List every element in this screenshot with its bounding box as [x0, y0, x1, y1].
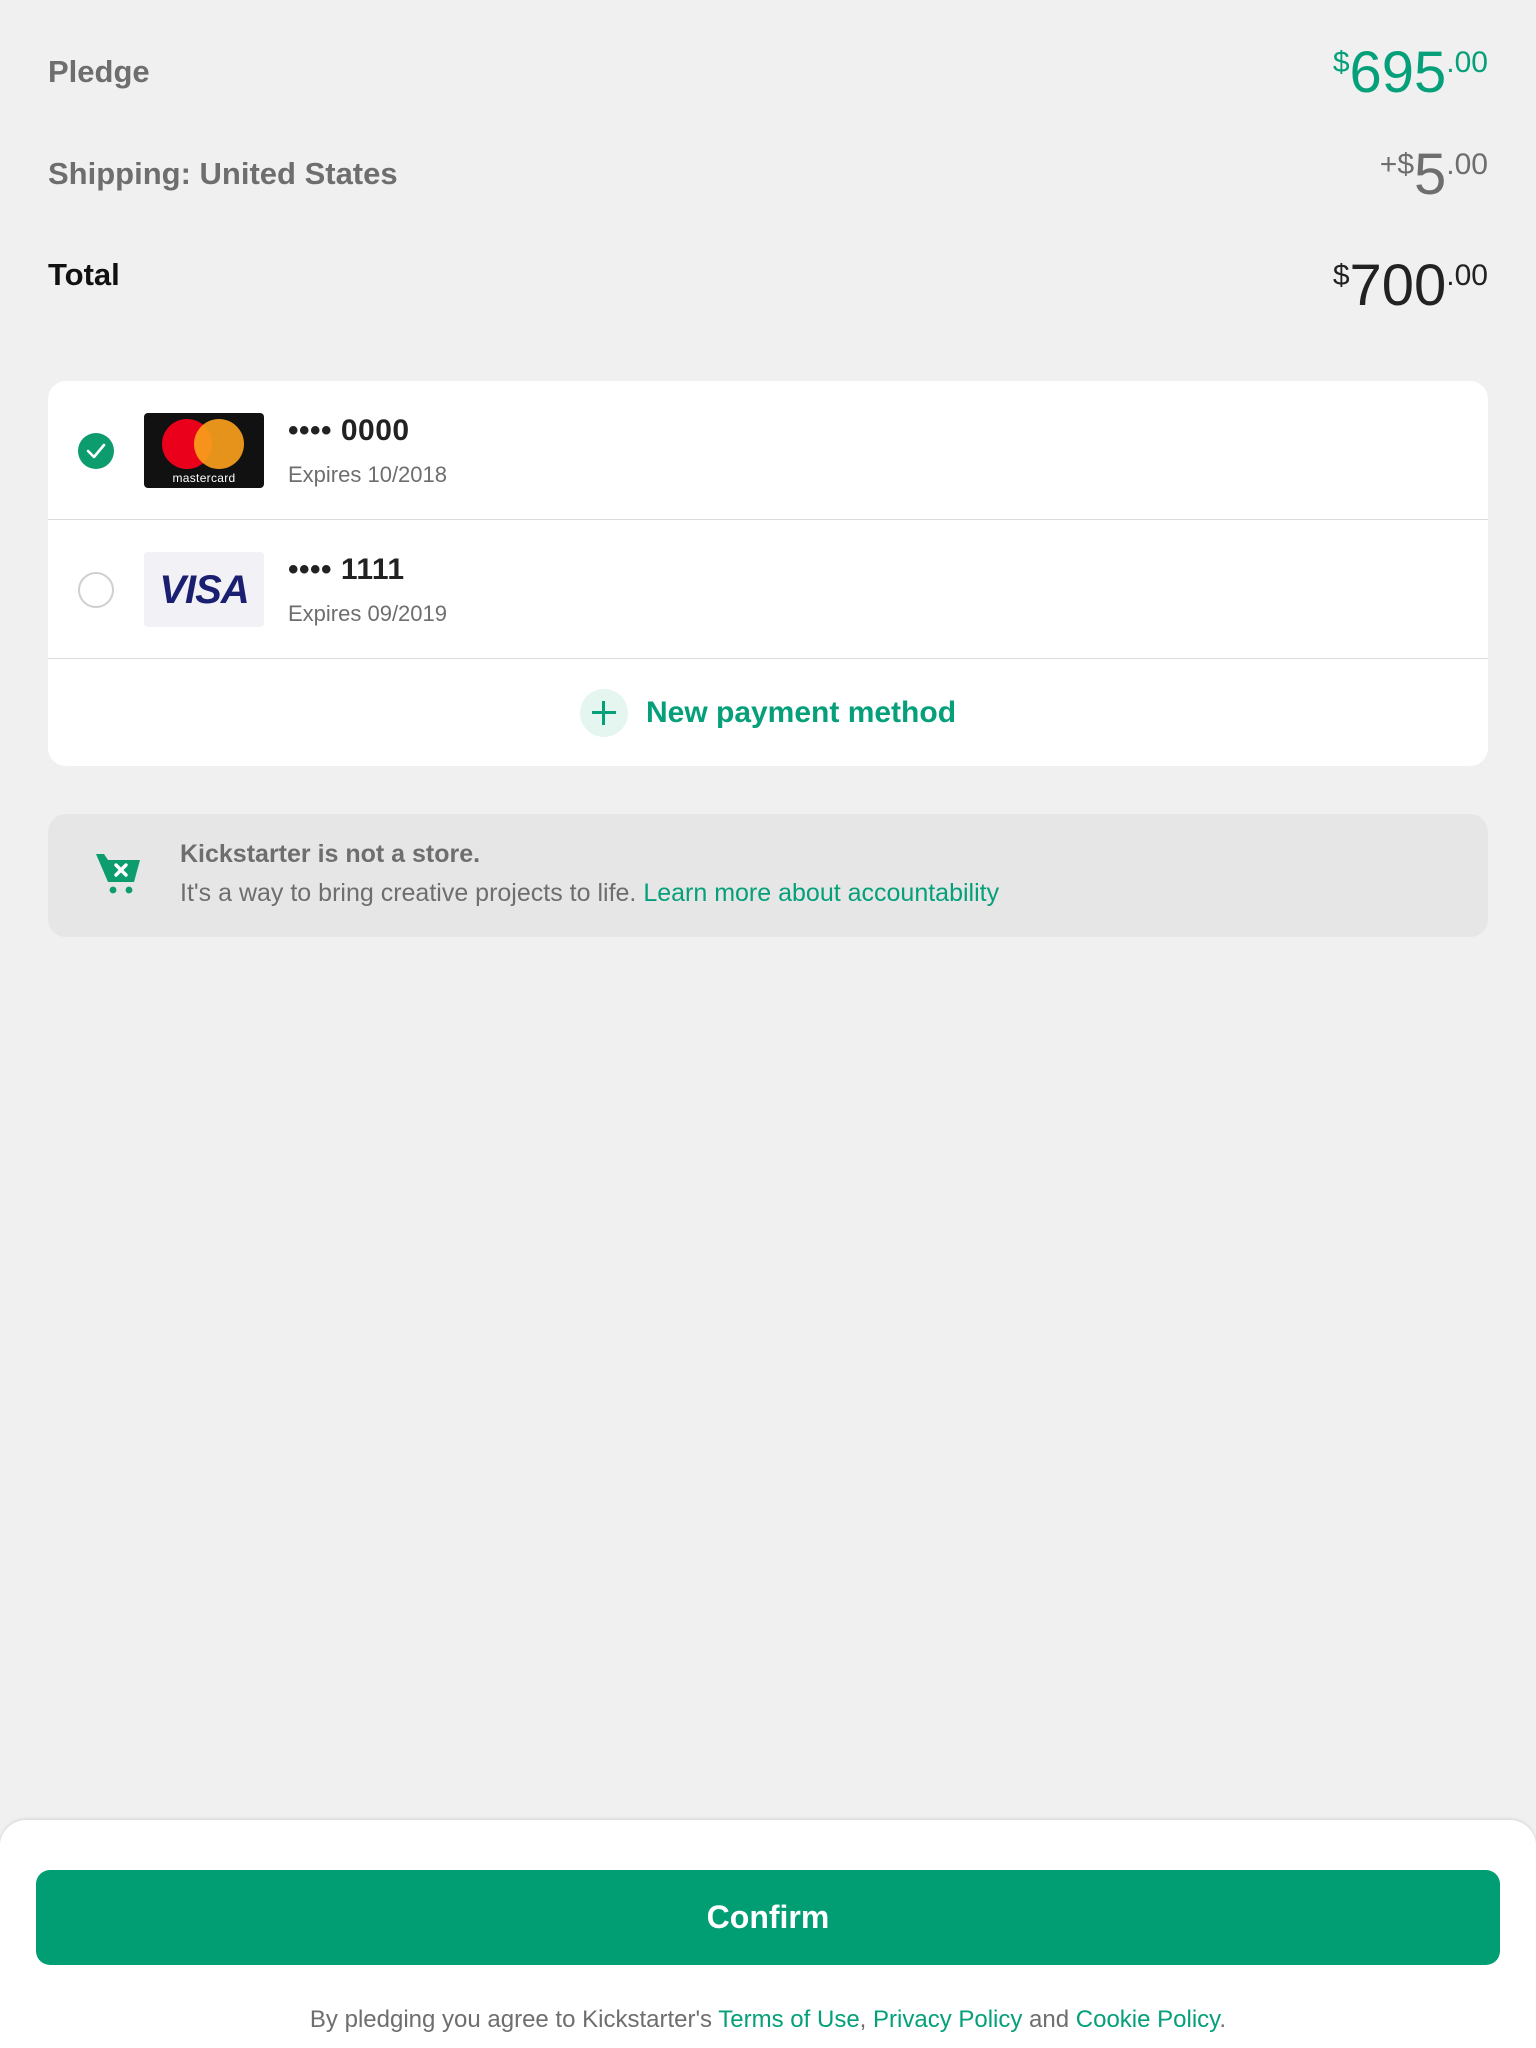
shipping-row: Shipping: United States + $ 5 .00: [48, 146, 1488, 204]
mastercard-logo-icon: mastercard: [144, 413, 264, 488]
unselected-radio-icon[interactable]: [78, 572, 114, 608]
accountability-link[interactable]: Learn more about accountability: [643, 879, 999, 907]
card-expiry: Expires 10/2018: [288, 462, 447, 487]
new-payment-method-label: New payment method: [645, 695, 957, 729]
pledge-label: Pledge: [48, 54, 150, 89]
pledge-row: Pledge $ 695 .00: [48, 44, 1488, 102]
accountability-notice: Kickstarter is not a store. It's a way t…: [48, 814, 1488, 937]
cookie-policy-link[interactable]: Cookie Policy: [1076, 2006, 1220, 2033]
shipping-prefix: +: [1379, 148, 1398, 181]
legal-and: and: [1022, 2006, 1076, 2033]
legal-end: .: [1219, 2006, 1227, 2033]
total-label: Total: [48, 257, 120, 292]
pledge-amount: $ 695 .00: [1333, 44, 1488, 102]
terms-of-use-link[interactable]: Terms of Use: [718, 2006, 859, 2033]
legal-text: By pledging you agree to Kickstarter's T…: [0, 2006, 1536, 2034]
total-amount-integer: 700: [1349, 253, 1447, 318]
total-amount: $ 700 .00: [1333, 257, 1488, 315]
total-amount-decimal: .00: [1446, 259, 1488, 292]
total-currency-symbol: $: [1332, 259, 1350, 292]
legal-separator: ,: [859, 2006, 874, 2033]
pledge-amount-integer: 695: [1349, 40, 1447, 105]
shipping-label: Shipping: United States: [48, 156, 398, 191]
card-info: •••• 0000 Expires 10/2018: [288, 414, 447, 488]
confirm-button[interactable]: Confirm: [36, 1870, 1500, 1965]
confirm-footer: Confirm By pledging you agree to Kicksta…: [0, 1820, 1536, 2048]
legal-prefix: By pledging you agree to Kickstarter's: [309, 2006, 719, 2033]
card-masked-number: •••• 1111: [288, 553, 405, 586]
card-info: •••• 1111 Expires 09/2019: [288, 553, 447, 627]
cart-x-icon: [94, 850, 144, 901]
shipping-currency-symbol: $: [1397, 148, 1415, 181]
pledge-checkout-page: Pledge $ 695 .00 Shipping: United States…: [0, 0, 1536, 2048]
pledge-currency-symbol: $: [1332, 46, 1350, 79]
visa-logo-text: VISA: [159, 568, 249, 612]
notice-text: Kickstarter is not a store. It's a way t…: [180, 840, 999, 908]
payment-method-row[interactable]: VISA •••• 1111 Expires 09/2019: [48, 520, 1488, 659]
selected-radio-check-icon[interactable]: [78, 433, 114, 469]
visa-logo-icon: VISA: [144, 552, 264, 627]
new-payment-method-button[interactable]: New payment method: [48, 659, 1488, 766]
total-row: Total $ 700 .00: [48, 257, 1488, 315]
pledge-amount-decimal: .00: [1446, 46, 1488, 79]
shipping-amount-decimal: .00: [1446, 148, 1488, 181]
notice-body: It's a way to bring creative projects to…: [180, 879, 999, 908]
notice-body-text: It's a way to bring creative projects to…: [180, 879, 644, 907]
card-expiry: Expires 09/2019: [288, 601, 447, 626]
card-masked-number: •••• 0000: [288, 414, 410, 447]
notice-title: Kickstarter is not a store.: [180, 840, 481, 868]
plus-icon: [579, 688, 628, 737]
payment-method-row[interactable]: mastercard •••• 0000 Expires 10/2018: [48, 381, 1488, 520]
privacy-policy-link[interactable]: Privacy Policy: [873, 2006, 1022, 2033]
shipping-amount: + $ 5 .00: [1380, 146, 1488, 204]
payment-methods-card: mastercard •••• 0000 Expires 10/2018 VIS…: [48, 381, 1488, 766]
mastercard-logo-text: mastercard: [172, 471, 236, 485]
shipping-amount-integer: 5: [1414, 142, 1447, 207]
